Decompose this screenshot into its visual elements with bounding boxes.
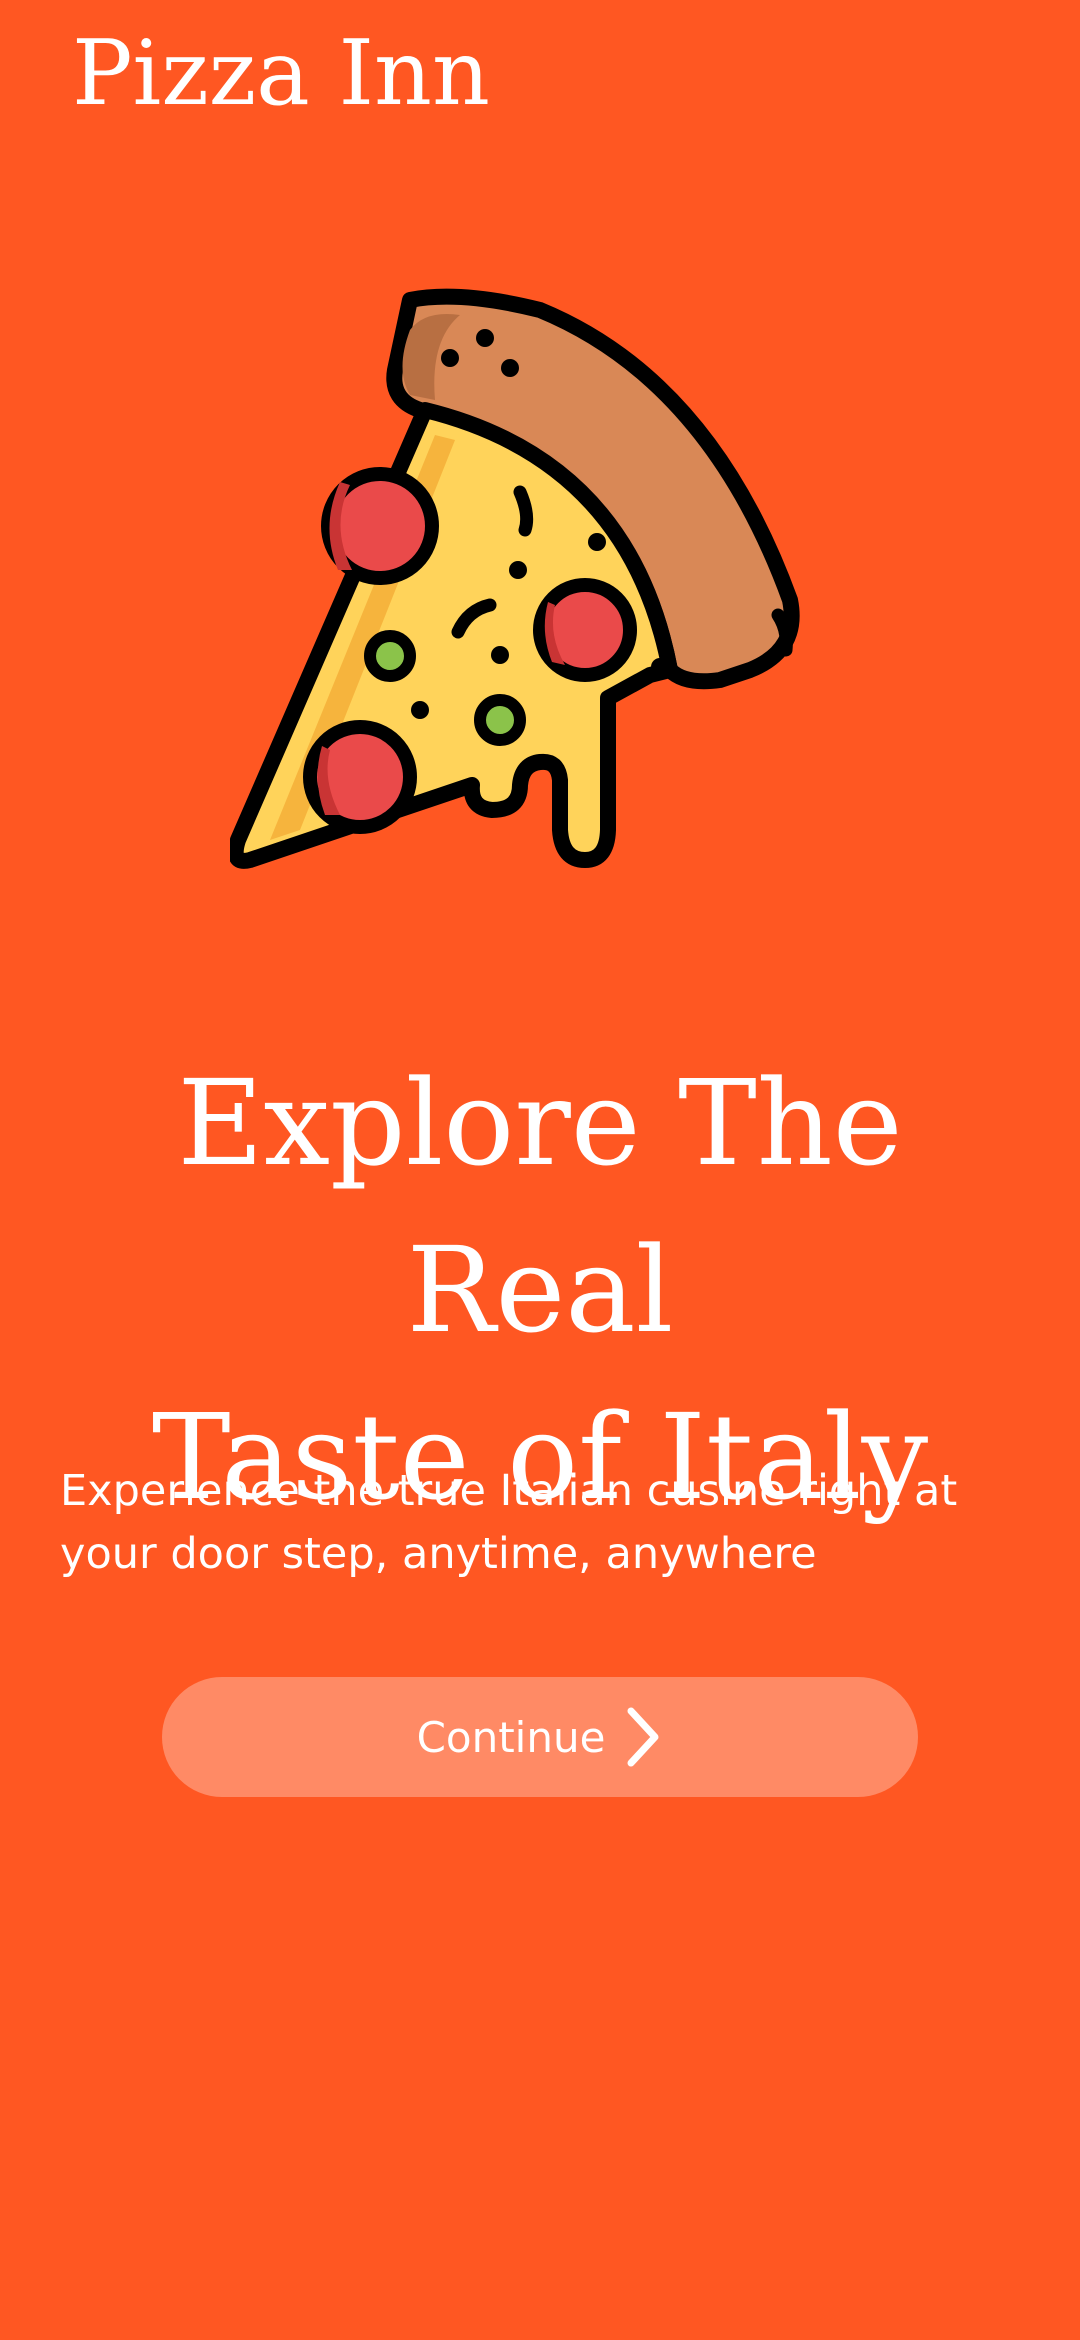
- tagline: Experience the true Italian cusine right…: [60, 1466, 958, 1579]
- continue-button[interactable]: Continue: [162, 1677, 918, 1797]
- continue-label: Continue: [416, 1712, 606, 1762]
- pizza-slice-icon: [230, 288, 800, 869]
- chevron-right-icon: [627, 1707, 659, 1767]
- headline-line-1: Explore The Real: [177, 1054, 903, 1359]
- app-title: Pizza Inn: [72, 21, 490, 126]
